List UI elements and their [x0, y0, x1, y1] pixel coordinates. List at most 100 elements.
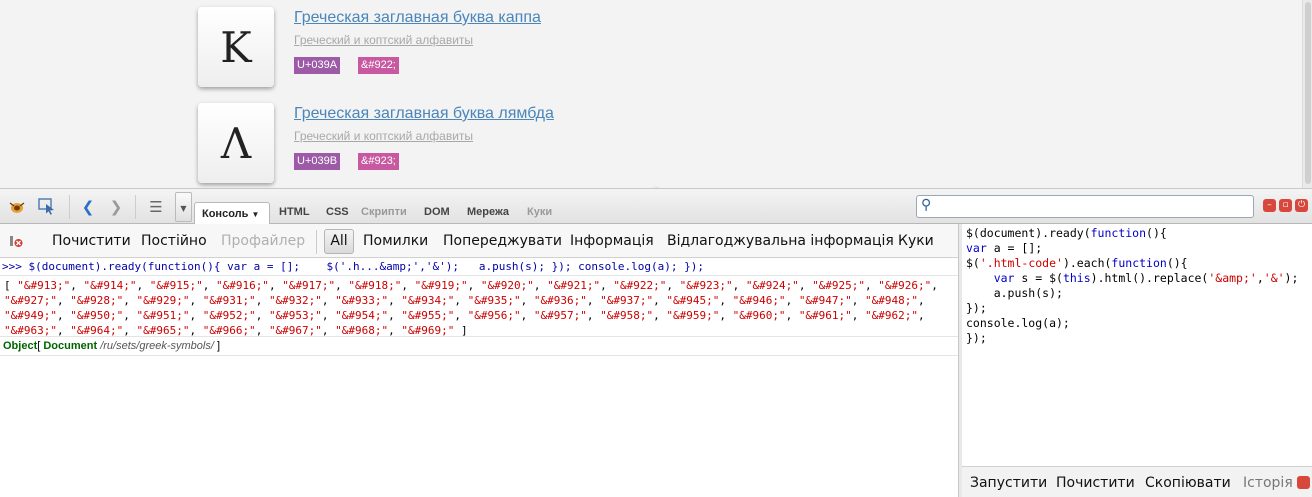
symbol-glyph-tile[interactable]: Λ	[198, 103, 274, 183]
editor-line: var a = [];	[966, 241, 1043, 255]
array-string-item: "&#959;"	[666, 309, 720, 322]
array-string-item: "&#962;"	[865, 309, 919, 322]
editor-line: var s = $(this).html().replace('&amp;','…	[993, 271, 1299, 285]
array-string-item: "&#928;"	[70, 294, 124, 307]
filter-debug-button[interactable]: Відлагоджувальна інформація	[667, 233, 894, 249]
array-string-item: "&#914;"	[83, 279, 137, 292]
editor-line: $(document).ready(function(){	[966, 226, 1167, 240]
detach-window-icon[interactable]: ▫	[1279, 199, 1292, 212]
html-code-badge: &#922;	[358, 57, 399, 74]
tab-cookies[interactable]: Куки	[527, 206, 552, 218]
close-editor-icon[interactable]	[1297, 476, 1310, 489]
array-string-item: "&#913;"	[17, 279, 71, 292]
html-code-badge: &#923;	[358, 153, 399, 170]
array-string-item: "&#957;"	[533, 309, 587, 322]
persist-button[interactable]: Постійно	[141, 233, 207, 249]
filter-errors-button[interactable]: Помилки	[363, 233, 428, 249]
array-string-item: "&#952;"	[202, 309, 256, 322]
scrollbar-thumb[interactable]	[1305, 2, 1311, 184]
array-string-item: "&#961;"	[798, 309, 852, 322]
symbol-card[interactable]: Κ Греческая заглавная буква каппа Гречес…	[198, 7, 898, 91]
array-string-item: "&#929;"	[136, 294, 190, 307]
run-button[interactable]: Запустити	[970, 475, 1047, 491]
toolbar-separator	[69, 195, 70, 219]
tab-scripts[interactable]: Скрипти	[361, 206, 407, 218]
array-string-item: "&#949;"	[4, 309, 57, 322]
array-string-item: "&#917;"	[282, 279, 336, 292]
clear-console-icon[interactable]	[6, 231, 26, 251]
array-string-item: "&#935;"	[467, 294, 521, 307]
profiler-button[interactable]: Профайлер	[221, 233, 305, 249]
array-string-item: "&#919;"	[414, 279, 468, 292]
clear-button[interactable]: Почистити	[52, 233, 131, 249]
filter-warnings-button[interactable]: Попереджувати	[443, 233, 562, 249]
minimize-icon[interactable]: –	[1263, 199, 1276, 212]
object-label: Object	[3, 340, 38, 352]
array-string-item: "&#951;"	[136, 309, 190, 322]
array-string-item: "&#915;"	[149, 279, 203, 292]
array-string-item: "&#923;"	[679, 279, 733, 292]
copy-button[interactable]: Скопіювати	[1145, 475, 1231, 491]
toolbar-separator	[135, 195, 136, 219]
editor-line: $('.html-code').each(function(){	[966, 256, 1188, 270]
filter-info-button[interactable]: Інформація	[570, 233, 654, 249]
tab-console[interactable]: Консоль ▼	[194, 202, 270, 225]
tab-console-label: Консоль	[202, 208, 249, 220]
log-object-output[interactable]: Object[ Document /ru/sets/greek-symbols/…	[3, 340, 220, 352]
array-string-item: "&#916;"	[215, 279, 269, 292]
array-string-item: "&#924;"	[745, 279, 799, 292]
console-output[interactable]: >>> $(document).ready(function(){ var a …	[0, 258, 958, 497]
array-string-item: "&#918;"	[348, 279, 402, 292]
filter-all-button[interactable]: All	[324, 229, 354, 254]
tab-html[interactable]: HTML	[279, 206, 310, 218]
search-input[interactable]: ⚲	[916, 195, 1254, 218]
array-string-item: "&#954;"	[335, 309, 389, 322]
console-filter-bar: Почистити Постійно Профайлер All Помилки…	[0, 224, 958, 258]
list-icon[interactable]: ☰	[146, 197, 166, 217]
symbol-title-link[interactable]: Греческая заглавная буква лямбда	[294, 105, 554, 123]
console-command-echo: >>> $(document).ready(function(){ var a …	[2, 260, 704, 273]
page-scrollbar[interactable]	[1302, 0, 1312, 188]
unicode-badge: U+039A	[294, 57, 341, 74]
tab-dom[interactable]: DOM	[424, 206, 450, 218]
array-string-item: "&#958;"	[600, 309, 654, 322]
array-string-item: "&#927;"	[4, 294, 57, 307]
log-divider	[0, 275, 958, 276]
back-icon[interactable]: ❮	[78, 197, 98, 217]
array-string-item: "&#922;"	[613, 279, 667, 292]
array-string-item: "&#937;"	[600, 294, 654, 307]
panel-menu-chevron-down-icon[interactable]: ▼	[175, 192, 192, 222]
editor-line: });	[966, 331, 987, 345]
array-string-item: "&#953;"	[268, 309, 322, 322]
inspect-icon[interactable]	[37, 197, 57, 217]
filter-cookies-button[interactable]: Куки	[898, 233, 934, 249]
log-divider	[0, 355, 958, 356]
symbol-card[interactable]: Λ Греческая заглавная буква лямбда Грече…	[198, 103, 898, 187]
editor-clear-button[interactable]: Почистити	[1056, 475, 1135, 491]
history-button[interactable]: Історія	[1243, 475, 1293, 491]
array-string-item: "&#932;"	[268, 294, 322, 307]
array-string-item: "&#946;"	[732, 294, 786, 307]
tab-css[interactable]: CSS	[326, 206, 349, 218]
object-document-link[interactable]: Document	[43, 340, 97, 352]
symbol-title-link[interactable]: Греческая заглавная буква каппа	[294, 9, 541, 27]
symbol-category-link[interactable]: Греческий и коптский алфавиты	[294, 33, 473, 47]
symbol-glyph-tile[interactable]: Κ	[198, 7, 274, 87]
chevron-down-icon[interactable]: ▼	[251, 210, 259, 219]
array-string-item: "&#936;"	[533, 294, 587, 307]
object-path: /ru/sets/greek-symbols/	[100, 340, 214, 352]
unicode-badge: U+039B	[294, 153, 341, 170]
forward-icon[interactable]: ❯	[106, 197, 126, 217]
firebug-toolbar: ❮ ❯ ☰ ▼ Консоль ▼ HTML CSS Скрипти DOM М…	[0, 188, 1312, 225]
symbol-category-link[interactable]: Греческий и коптский алфавиты	[294, 129, 473, 143]
array-string-item: "&#948;"	[865, 294, 919, 307]
toolbar-separator	[316, 230, 317, 254]
log-array-output[interactable]: [ "&#913;", "&#914;", "&#915;", "&#916;"…	[4, 278, 954, 338]
command-editor[interactable]: $(document).ready(function(){ var a = []…	[962, 224, 1312, 466]
editor-line: console.log(a);	[966, 316, 1070, 330]
close-icon[interactable]: ⏻	[1295, 199, 1308, 212]
firebug-icon[interactable]	[7, 197, 27, 217]
array-string-item: "&#947;"	[798, 294, 852, 307]
tab-network[interactable]: Мережа	[467, 206, 509, 218]
array-string-item: "&#960;"	[732, 309, 786, 322]
